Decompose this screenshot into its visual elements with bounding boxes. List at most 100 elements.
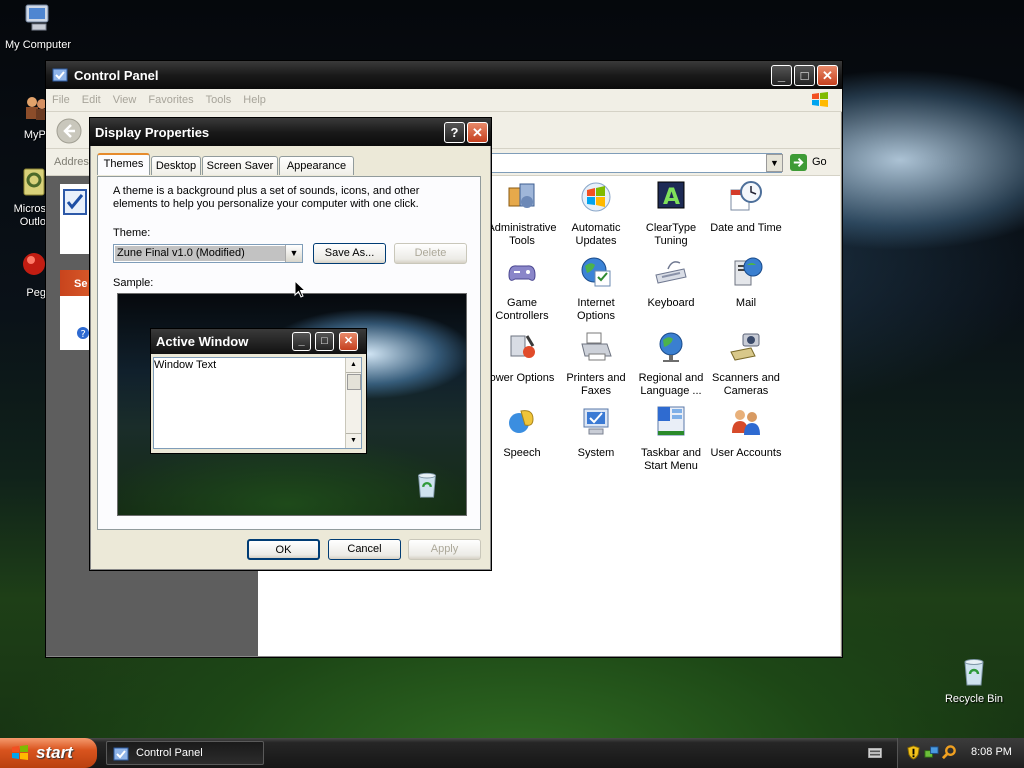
desktop-icon-label: Peg — [26, 287, 46, 299]
address-dropdown-button[interactable]: ▼ — [766, 154, 783, 172]
keyboard-icon — [655, 261, 687, 284]
window-title: Control Panel — [74, 67, 159, 83]
cp-item-label: Internet Options — [577, 297, 615, 322]
delete-button[interactable]: Delete — [394, 243, 467, 264]
tab-screen-saver[interactable]: Screen Saver — [202, 156, 278, 175]
menu-view[interactable]: View — [113, 94, 137, 106]
taskbar-icon — [657, 406, 685, 436]
ok-button[interactable]: OK — [247, 539, 320, 560]
svg-text:A: A — [663, 185, 680, 210]
theme-dropdown-button[interactable]: ▼ — [285, 245, 302, 262]
cp-item-label: Keyboard — [647, 297, 695, 309]
cp-item-label: Game Controllers — [495, 297, 549, 322]
sample-minimize-button: _ — [292, 332, 311, 351]
sample-close-button: ✕ — [339, 332, 358, 351]
cleartype-icon: A — [657, 181, 685, 210]
cp-item-taskbar-and-start-menu[interactable]: Taskbar and Start Menu — [633, 405, 709, 473]
cp-item-label: Regional and Language ... — [638, 372, 704, 397]
cp-item-speech[interactable]: Speech — [484, 405, 560, 460]
cp-item-regional-and-language[interactable]: Regional and Language ... — [633, 330, 709, 398]
cp-item-game-controllers[interactable]: Game Controllers — [484, 255, 560, 323]
menu-edit[interactable]: Edit — [82, 94, 101, 106]
sample-window-body: Window Text ▲ ▼ — [153, 357, 362, 449]
computer-icon — [25, 4, 49, 31]
taskbar-button-control-panel[interactable]: Control Panel — [106, 741, 264, 765]
network-icon[interactable] — [924, 745, 939, 760]
cp-item-keyboard[interactable]: Keyboard — [633, 255, 709, 310]
help-circle-icon: ? — [77, 327, 89, 340]
cp-item-system[interactable]: System — [558, 405, 634, 460]
cp-item-automatic-updates[interactable]: Automatic Updates — [558, 180, 634, 248]
sample-window-title: Active Window — [156, 334, 249, 349]
cp-item-date-and-time[interactable]: Date and Time — [708, 180, 784, 235]
security-shield-icon[interactable] — [906, 745, 921, 760]
cp-item-label: Date and Time — [710, 222, 782, 234]
cp-item-mail[interactable]: Mail — [708, 255, 784, 310]
maximize-button[interactable]: □ — [794, 65, 815, 86]
close-button[interactable]: ✕ — [817, 65, 838, 86]
apply-button[interactable]: Apply — [408, 539, 481, 560]
go-button-label[interactable]: Go — [812, 156, 827, 168]
desktop-icon-label: Micros Outlo — [13, 203, 46, 228]
theme-sample-preview: Active Window _ □ ✕ Window Text ▲ ▼ — [117, 293, 467, 516]
desktop-icon-peg[interactable]: Peg — [0, 250, 46, 299]
menu-file[interactable]: File — [52, 94, 70, 106]
desktop-icon-outlook[interactable]: Micros Outlo — [0, 166, 46, 229]
cancel-button[interactable]: Cancel — [328, 539, 401, 560]
sample-label: Sample: — [113, 277, 154, 289]
dialog-title: Display Properties — [95, 124, 210, 140]
desktop-icon-my-computer[interactable]: My Computer — [0, 2, 78, 51]
system-icon — [583, 408, 609, 435]
system-tray: 8:08 PM — [897, 738, 1024, 768]
minimize-button[interactable]: _ — [771, 65, 792, 86]
clock[interactable]: 8:08 PM — [971, 746, 1012, 758]
go-arrow-icon[interactable] — [790, 154, 807, 171]
printer-icon — [581, 332, 612, 361]
cp-item-user-accounts[interactable]: User Accounts — [708, 405, 784, 460]
address-label: Addres — [54, 156, 89, 168]
sample-recycle-bin-icon — [418, 472, 436, 498]
help-button[interactable]: ? — [444, 122, 465, 143]
start-button[interactable]: start — [0, 738, 97, 768]
desktop-icon-recycle-bin[interactable]: Recycle Bin — [934, 656, 1014, 705]
cp-item-label: System — [577, 447, 615, 459]
menu-favorites[interactable]: Favorites — [148, 94, 193, 106]
tab-appearance[interactable]: Appearance — [279, 156, 354, 175]
search-icon[interactable] — [942, 745, 957, 760]
back-arrow-icon[interactable] — [56, 118, 82, 144]
cp-item-administrative-tools[interactable]: Administrative Tools — [484, 180, 560, 248]
tab-themes[interactable]: Themes — [97, 153, 150, 175]
checklist-icon — [63, 189, 87, 215]
cp-item-cleartype-tuning[interactable]: A ClearType Tuning — [633, 180, 709, 248]
display-properties-titlebar[interactable]: Display Properties ? ✕ — [90, 118, 491, 146]
theme-label: Theme: — [113, 227, 151, 239]
dialog-close-button[interactable]: ✕ — [467, 122, 488, 143]
control-panel-titlebar[interactable]: Control Panel _ □ ✕ — [46, 61, 842, 89]
cp-item-scanners-and-cameras[interactable]: Scanners and Cameras — [708, 330, 784, 398]
sample-titlebar: Active Window _ □ ✕ — [151, 329, 366, 354]
cp-item-power-options[interactable]: ower Options — [484, 330, 560, 385]
themes-panel: A theme is a background plus a set of so… — [97, 176, 481, 530]
svg-text:?: ? — [81, 329, 86, 340]
control-panel-icon — [52, 68, 68, 82]
recycle-bin-icon — [964, 659, 984, 686]
theme-select-value: Zune Final v1.0 (Modified) — [115, 246, 285, 261]
cp-item-label: User Accounts — [710, 447, 782, 459]
scroll-thumb — [347, 374, 361, 390]
cp-item-printers-and-faxes[interactable]: Printers and Faxes — [558, 330, 634, 398]
save-as-button[interactable]: Save As... — [313, 243, 386, 264]
cp-item-label: Taskbar and Start Menu — [641, 447, 701, 472]
taskbar: start Control Panel 8:08 PM — [0, 738, 1024, 768]
menu-help[interactable]: Help — [243, 94, 266, 106]
tab-desktop[interactable]: Desktop — [151, 156, 201, 175]
keyboard-language-icon[interactable] — [868, 748, 882, 758]
theme-select[interactable]: Zune Final v1.0 (Modified) ▼ — [113, 244, 303, 263]
clock-icon — [730, 181, 762, 211]
sample-scrollbar: ▲ ▼ — [345, 358, 361, 448]
cp-item-label: ower Options — [489, 372, 555, 384]
mail-icon — [734, 257, 763, 286]
menu-tools[interactable]: Tools — [206, 94, 232, 106]
scroll-up-arrow-icon: ▲ — [346, 358, 361, 373]
address-input[interactable] — [490, 153, 782, 173]
cp-item-internet-options[interactable]: Internet Options — [558, 255, 634, 323]
